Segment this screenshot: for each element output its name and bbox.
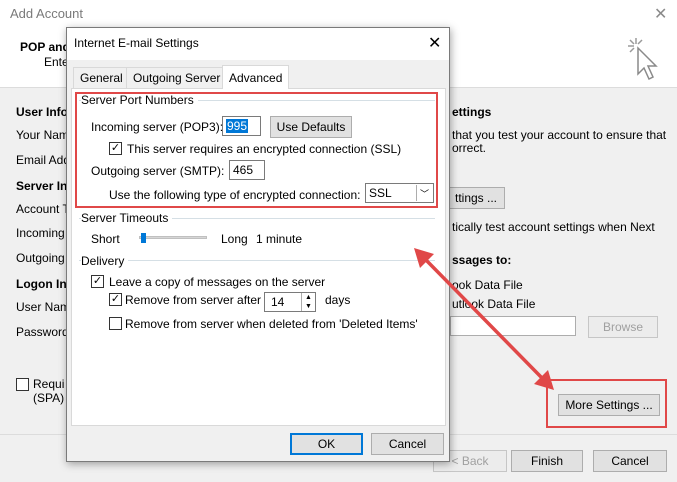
email-address-label: Email Add: [16, 153, 71, 167]
close-icon[interactable]: ✕: [428, 33, 441, 53]
user-name-label: User Nam: [16, 300, 71, 314]
chevron-down-icon[interactable]: ▼: [302, 302, 315, 311]
tab-outgoing-server[interactable]: Outgoing Server: [126, 67, 228, 88]
outgoing-label: Outgoing: [16, 251, 65, 265]
server-info-heading: Server Inf: [16, 179, 72, 193]
remove-after-label: Remove from server after: [125, 293, 262, 307]
deliver-heading: ssages to:: [452, 253, 512, 267]
tab-general[interactable]: General: [73, 67, 130, 88]
page-subtitle: Ente: [44, 55, 69, 69]
days-label: days: [325, 293, 351, 307]
leave-copy-checkbox[interactable]: ✓: [91, 275, 104, 288]
cursor-click-icon: [628, 38, 658, 81]
cancel-button[interactable]: Cancel: [593, 450, 667, 472]
server-port-highlight: [75, 92, 438, 208]
your-name-label: Your Nam: [16, 128, 69, 142]
delivery-heading: Delivery: [81, 254, 129, 268]
test-settings-heading: ettings: [452, 105, 492, 119]
remove-after-checkbox[interactable]: ✓: [109, 293, 122, 306]
long-label: Long: [221, 232, 248, 246]
remove-deleted-checkbox[interactable]: [109, 317, 122, 330]
new-data-file-option[interactable]: ook Data File: [452, 278, 523, 292]
page-title: POP and: [20, 40, 70, 54]
logon-info-heading: Logon Inf: [16, 277, 71, 291]
cancel-button[interactable]: Cancel: [371, 433, 444, 455]
test-account-settings-button[interactable]: ttings ...: [447, 187, 505, 209]
auto-test-label: tically test account settings when Next: [452, 220, 655, 234]
account-type-label: Account T: [16, 202, 70, 216]
timeout-slider-track[interactable]: [139, 236, 207, 239]
user-info-heading: User Info: [16, 105, 69, 119]
leave-copy-label: Leave a copy of messages on the server: [109, 275, 326, 289]
remove-deleted-label: Remove from server when deleted from 'De…: [125, 317, 418, 331]
incoming-label: Incoming: [16, 226, 65, 240]
data-file-path-input[interactable]: [450, 316, 576, 336]
internet-email-settings-dialog: Internet E-mail Settings ✕ General Outgo…: [66, 27, 450, 462]
window-title: Add Account: [10, 6, 83, 21]
ok-button[interactable]: OK: [290, 433, 363, 455]
tab-advanced[interactable]: Advanced: [222, 65, 290, 89]
browse-button[interactable]: Browse: [588, 316, 658, 338]
timeout-slider-thumb[interactable]: [141, 233, 146, 243]
dialog-title: Internet E-mail Settings: [74, 36, 199, 50]
more-settings-highlight: [546, 379, 667, 428]
remove-days-value: 14: [271, 295, 285, 309]
remove-days-stepper[interactable]: 14 ▲ ▼: [264, 292, 316, 312]
group-divider: [79, 260, 435, 261]
test-text: that you test your account to ensure tha…: [452, 128, 667, 142]
existing-data-file-option[interactable]: utlook Data File: [452, 297, 535, 311]
finish-button[interactable]: Finish: [511, 450, 583, 472]
timeout-value: 1 minute: [256, 232, 303, 246]
close-icon[interactable]: ✕: [654, 4, 667, 24]
chevron-up-icon[interactable]: ▲: [302, 293, 315, 302]
require-spa-label: Requi: [33, 377, 65, 391]
require-spa-checkbox[interactable]: [16, 378, 29, 391]
password-label: Password: [16, 325, 69, 339]
server-timeouts-heading: Server Timeouts: [81, 211, 173, 225]
test-text-2: orrect.: [452, 141, 487, 155]
short-label: Short: [91, 232, 120, 246]
require-spa-label-2: (SPA): [33, 391, 65, 405]
stepper-buttons: ▲ ▼: [301, 293, 315, 311]
